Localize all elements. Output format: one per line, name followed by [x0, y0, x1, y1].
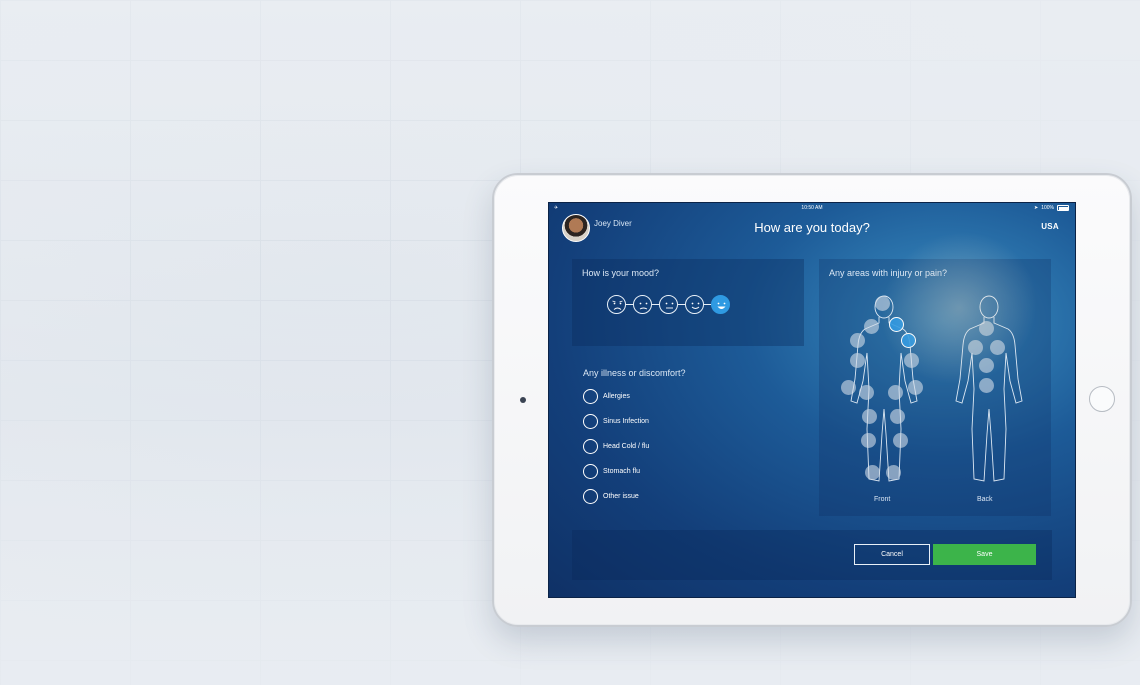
- front-right-hand-dot[interactable]: [908, 380, 923, 395]
- option-label: Allergies: [603, 393, 630, 400]
- option-label: Other issue: [603, 493, 639, 500]
- mood-connector: [652, 304, 659, 305]
- front-right-knee-dot[interactable]: [893, 433, 908, 448]
- mood-panel: How is your mood?: [572, 259, 804, 346]
- ipad-frame: ✈ ︎ 10:50 AM ➤ 100% Joey Diver How are y…: [492, 173, 1132, 627]
- front-left-shin-dot[interactable]: [865, 465, 880, 480]
- option-allergies[interactable]: Allergies: [583, 389, 630, 404]
- front-right-thigh-dot[interactable]: [890, 409, 905, 424]
- radio-button[interactable]: [583, 439, 598, 454]
- option-sinus-infection[interactable]: Sinus Infection: [583, 414, 649, 429]
- status-right: ➤ 100%: [1034, 205, 1069, 211]
- option-head-cold[interactable]: Head Cold / flu: [583, 439, 649, 454]
- front-left-shoulder-dot[interactable]: [864, 319, 879, 334]
- radio-button[interactable]: [583, 389, 598, 404]
- location-icon: ➤: [1034, 205, 1039, 211]
- front-left-hand-dot[interactable]: [841, 380, 856, 395]
- back-left-shoulder-dot[interactable]: [968, 340, 983, 355]
- home-button[interactable]: [1089, 386, 1115, 412]
- page-title: How are you today?: [754, 220, 870, 235]
- mood-connector: [678, 304, 685, 305]
- back-right-shoulder-dot[interactable]: [990, 340, 1005, 355]
- back-lower-dot[interactable]: [979, 378, 994, 393]
- back-caption: Back: [977, 496, 993, 503]
- very-sad-face-icon[interactable]: [607, 295, 626, 314]
- radio-button[interactable]: [583, 489, 598, 504]
- radio-button[interactable]: [583, 464, 598, 479]
- save-button[interactable]: Save: [933, 544, 1036, 565]
- front-right-hip-dot[interactable]: [888, 385, 903, 400]
- battery-icon: [1057, 205, 1069, 211]
- happy-face-icon[interactable]: [685, 295, 704, 314]
- app-screen: ✈ ︎ 10:50 AM ➤ 100% Joey Diver How are y…: [548, 202, 1076, 598]
- status-bar: ✈ ︎ 10:50 AM ➤ 100%: [549, 203, 1075, 213]
- cancel-button[interactable]: Cancel: [854, 544, 930, 565]
- front-head-dot[interactable]: [875, 296, 890, 311]
- option-other-issue[interactable]: Other issue: [583, 489, 639, 504]
- back-mid-dot[interactable]: [979, 358, 994, 373]
- header: Joey Diver How are you today? USA: [549, 213, 1075, 243]
- body-map-panel: Any areas with injury or pain? Front Bac…: [819, 259, 1051, 516]
- front-caption: Front: [874, 496, 891, 503]
- front-right-elbow-dot[interactable]: [904, 353, 919, 368]
- action-bar: Cancel Save: [572, 530, 1052, 580]
- front-right-shoulder-dot[interactable]: [889, 317, 904, 332]
- front-left-hip-dot[interactable]: [859, 385, 874, 400]
- neutral-face-icon[interactable]: [659, 295, 678, 314]
- very-happy-face-icon[interactable]: [711, 295, 730, 314]
- front-left-elbow-dot[interactable]: [850, 353, 865, 368]
- mood-label: How is your mood?: [582, 268, 660, 278]
- front-left-knee-dot[interactable]: [861, 433, 876, 448]
- mood-connector: [704, 304, 711, 305]
- option-label: Stomach flu: [603, 468, 640, 475]
- option-label: Head Cold / flu: [603, 443, 650, 450]
- option-label: Sinus Infection: [603, 418, 649, 425]
- front-left-arm-dot[interactable]: [850, 333, 865, 348]
- illness-label: Any illness or discomfort?: [583, 368, 686, 378]
- front-left-thigh-dot[interactable]: [862, 409, 877, 424]
- sad-face-icon[interactable]: [633, 295, 652, 314]
- mood-selector: [607, 295, 730, 314]
- mood-connector: [626, 304, 633, 305]
- camera-icon: [520, 397, 526, 403]
- option-stomach-flu[interactable]: Stomach flu: [583, 464, 640, 479]
- back-neck-dot[interactable]: [979, 321, 994, 336]
- battery-percent: 100%: [1041, 205, 1054, 211]
- radio-button[interactable]: [583, 414, 598, 429]
- front-right-shin-dot[interactable]: [886, 465, 901, 480]
- front-right-arm-dot[interactable]: [901, 333, 916, 348]
- body-map-label: Any areas with injury or pain?: [829, 268, 948, 278]
- usa-logo: USA: [1041, 222, 1059, 231]
- status-time: 10:50 AM: [801, 205, 823, 211]
